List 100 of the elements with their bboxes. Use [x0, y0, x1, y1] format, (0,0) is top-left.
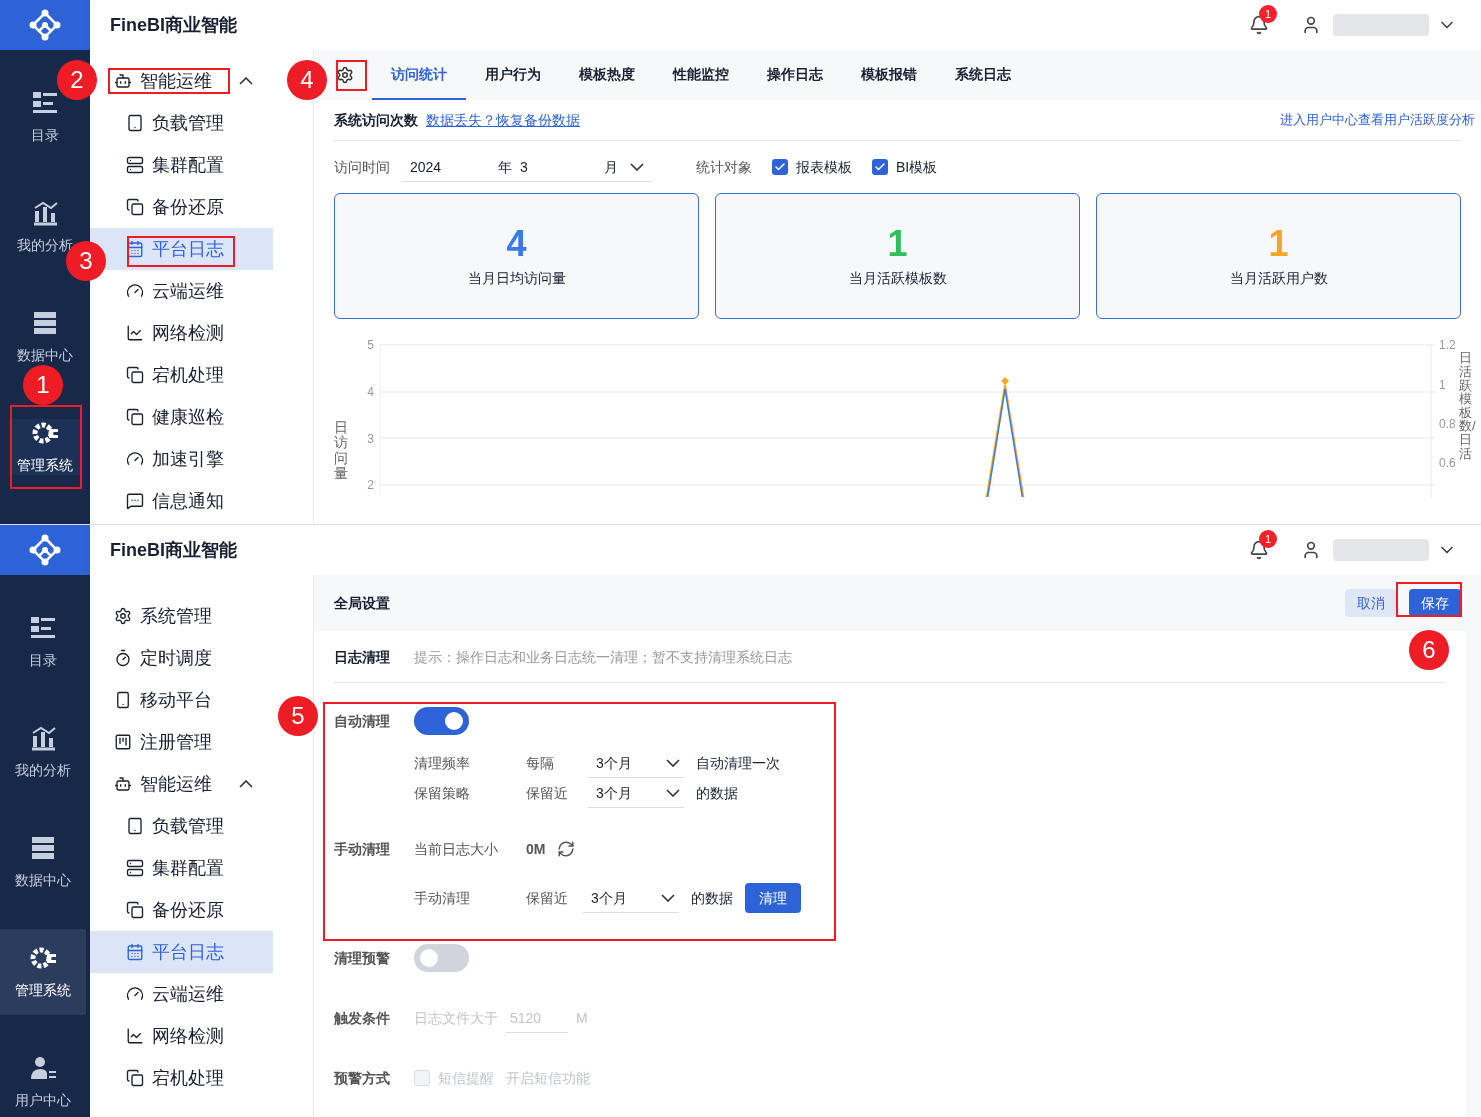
nav-rail-item[interactable]: 数据中心: [9, 309, 81, 365]
collapse-icon: [239, 780, 253, 788]
menu-item-icon: [126, 156, 144, 174]
settings-icon: [336, 66, 354, 84]
menu-item-icon: [126, 901, 144, 919]
tab[interactable]: 模板报错: [842, 50, 936, 100]
month-select[interactable]: 3个月: [583, 883, 679, 913]
y-axis-title: 日访问量: [334, 419, 348, 482]
field-label: 触发条件: [334, 1009, 391, 1028]
y-axis-tick: 3: [366, 430, 374, 448]
field-label: 自动清理一次: [696, 754, 780, 773]
tab[interactable]: 操作日志: [748, 50, 842, 100]
sidebar-item[interactable]: 集群配置: [90, 847, 273, 889]
checkbox-label: BI模板: [896, 158, 938, 178]
field-label: 当前日志大小: [414, 840, 499, 859]
month-select[interactable]: 3个月: [588, 778, 684, 808]
stat-value: 1: [887, 224, 908, 265]
menu-item-icon: [114, 775, 132, 793]
app-title: FineBI商业智能: [110, 539, 237, 562]
sidebar-group[interactable]: 智能运维: [106, 763, 273, 805]
tab[interactable]: 访问统计: [372, 50, 466, 100]
sidebar-item[interactable]: 加速引擎: [90, 438, 273, 480]
stat-value: 1: [1268, 224, 1289, 265]
restore-link[interactable]: 数据丢失？恢复备份数据: [426, 110, 580, 130]
nav-rail-item[interactable]: 管理系统: [0, 929, 86, 1015]
field-label: 自动清理: [334, 712, 391, 731]
nav-rail-item[interactable]: 管理系统: [9, 419, 81, 475]
sidebar-item[interactable]: 系统管理: [90, 595, 273, 637]
field-label: 预警方式: [334, 1069, 391, 1088]
menu-item-icon: [126, 1027, 144, 1045]
menu-item-icon: [126, 985, 144, 1003]
sidebar-item[interactable]: 健康巡检: [90, 396, 273, 438]
cancel-button[interactable]: 取消: [1345, 589, 1397, 617]
menu-item-icon: [126, 114, 144, 132]
sidebar-item[interactable]: 定时调度: [90, 637, 273, 679]
sidebar-item[interactable]: 负载管理: [90, 805, 273, 847]
sidebar-item[interactable]: 网络检测: [90, 312, 273, 354]
bar-chart-icon: [29, 724, 57, 752]
menu-item-icon: [114, 607, 132, 625]
menu-item-icon: [126, 282, 144, 300]
field-label: 的数据: [696, 784, 738, 803]
sidebar-item[interactable]: 注册管理: [90, 721, 273, 763]
month-select[interactable]: 3个月: [588, 748, 684, 778]
stat-label: 当月活跃用户数: [1229, 269, 1328, 289]
field-label: 访问时间: [334, 158, 390, 178]
page-title: 全局设置: [334, 594, 391, 613]
field-label: 的数据: [691, 889, 733, 908]
menu-item-icon: [114, 733, 132, 751]
sidebar-item[interactable]: 备份还原: [90, 186, 273, 228]
sidebar-item[interactable]: 宕机处理: [90, 354, 273, 396]
sidebar-item[interactable]: 云端运维: [90, 973, 273, 1015]
database-icon: [29, 834, 57, 862]
sidebar-item[interactable]: 负载管理: [90, 102, 273, 144]
nav-rail-item[interactable]: 用户中心: [0, 1039, 86, 1117]
nav-rail-item[interactable]: 目录: [0, 599, 86, 685]
menu-item-icon: [114, 72, 132, 90]
checkbox-label: 报表模板: [796, 158, 852, 178]
section-title: 系统访问次数: [334, 111, 418, 130]
sidebar-item[interactable]: 信息通知: [90, 480, 273, 522]
tab[interactable]: 模板热度: [560, 50, 654, 100]
checkbox[interactable]: [414, 1070, 430, 1086]
y-axis-tick: 2: [366, 477, 374, 495]
highlight-frame: [336, 60, 367, 91]
checkbox[interactable]: [772, 159, 788, 176]
field-label: 清理预警: [334, 949, 391, 968]
sidebar-item[interactable]: 集群配置: [90, 144, 273, 186]
sidebar-item[interactable]: 网络检测: [90, 1015, 273, 1057]
y-axis-tick: 1.2: [1439, 337, 1457, 355]
tab[interactable]: 系统日志: [936, 50, 1030, 100]
toggle-switch[interactable]: [414, 707, 469, 735]
checkbox[interactable]: [872, 159, 888, 176]
sidebar-item[interactable]: 移动平台: [90, 679, 273, 721]
refresh-icon[interactable]: [557, 840, 576, 858]
nav-rail-item[interactable]: 数据中心: [0, 819, 86, 905]
menu-item-icon: [126, 324, 144, 342]
user-center-icon: [29, 1054, 57, 1082]
field-label: 保留近: [526, 784, 569, 803]
sidebar-item[interactable]: 平台日志: [90, 931, 273, 973]
sidebar-group[interactable]: 智能运维: [106, 60, 273, 102]
menu-item-icon: [126, 943, 144, 961]
notification-badge: 1: [1259, 530, 1277, 548]
save-button[interactable]: 保存: [1409, 589, 1461, 617]
y-axis-tick: 5: [366, 337, 374, 355]
field-label: 保留近: [526, 889, 569, 908]
sidebar-item[interactable]: 宕机处理: [90, 1057, 273, 1099]
y-axis-tick: 0.8: [1439, 415, 1457, 433]
user-center-link[interactable]: 进入用户中心查看用户活跃度分析: [1280, 110, 1475, 130]
tab[interactable]: 用户行为: [466, 50, 560, 100]
nav-rail-item[interactable]: 我的分析: [0, 709, 86, 795]
stat-label: 当月日均访问量: [467, 269, 566, 289]
clean-button[interactable]: 清理: [745, 883, 801, 913]
date-picker[interactable]: 2024 年 3 月: [402, 152, 652, 183]
field-label: 日志文件大于: [414, 1009, 498, 1028]
toggle-switch[interactable]: [414, 944, 469, 972]
sidebar-item[interactable]: 备份还原: [90, 889, 273, 931]
y-axis-tick: 4: [366, 383, 374, 401]
field-label: 每隔: [526, 754, 555, 773]
menu-item-icon: [126, 1069, 144, 1087]
caret-icon: [666, 788, 680, 797]
tab[interactable]: 性能监控: [654, 50, 748, 100]
